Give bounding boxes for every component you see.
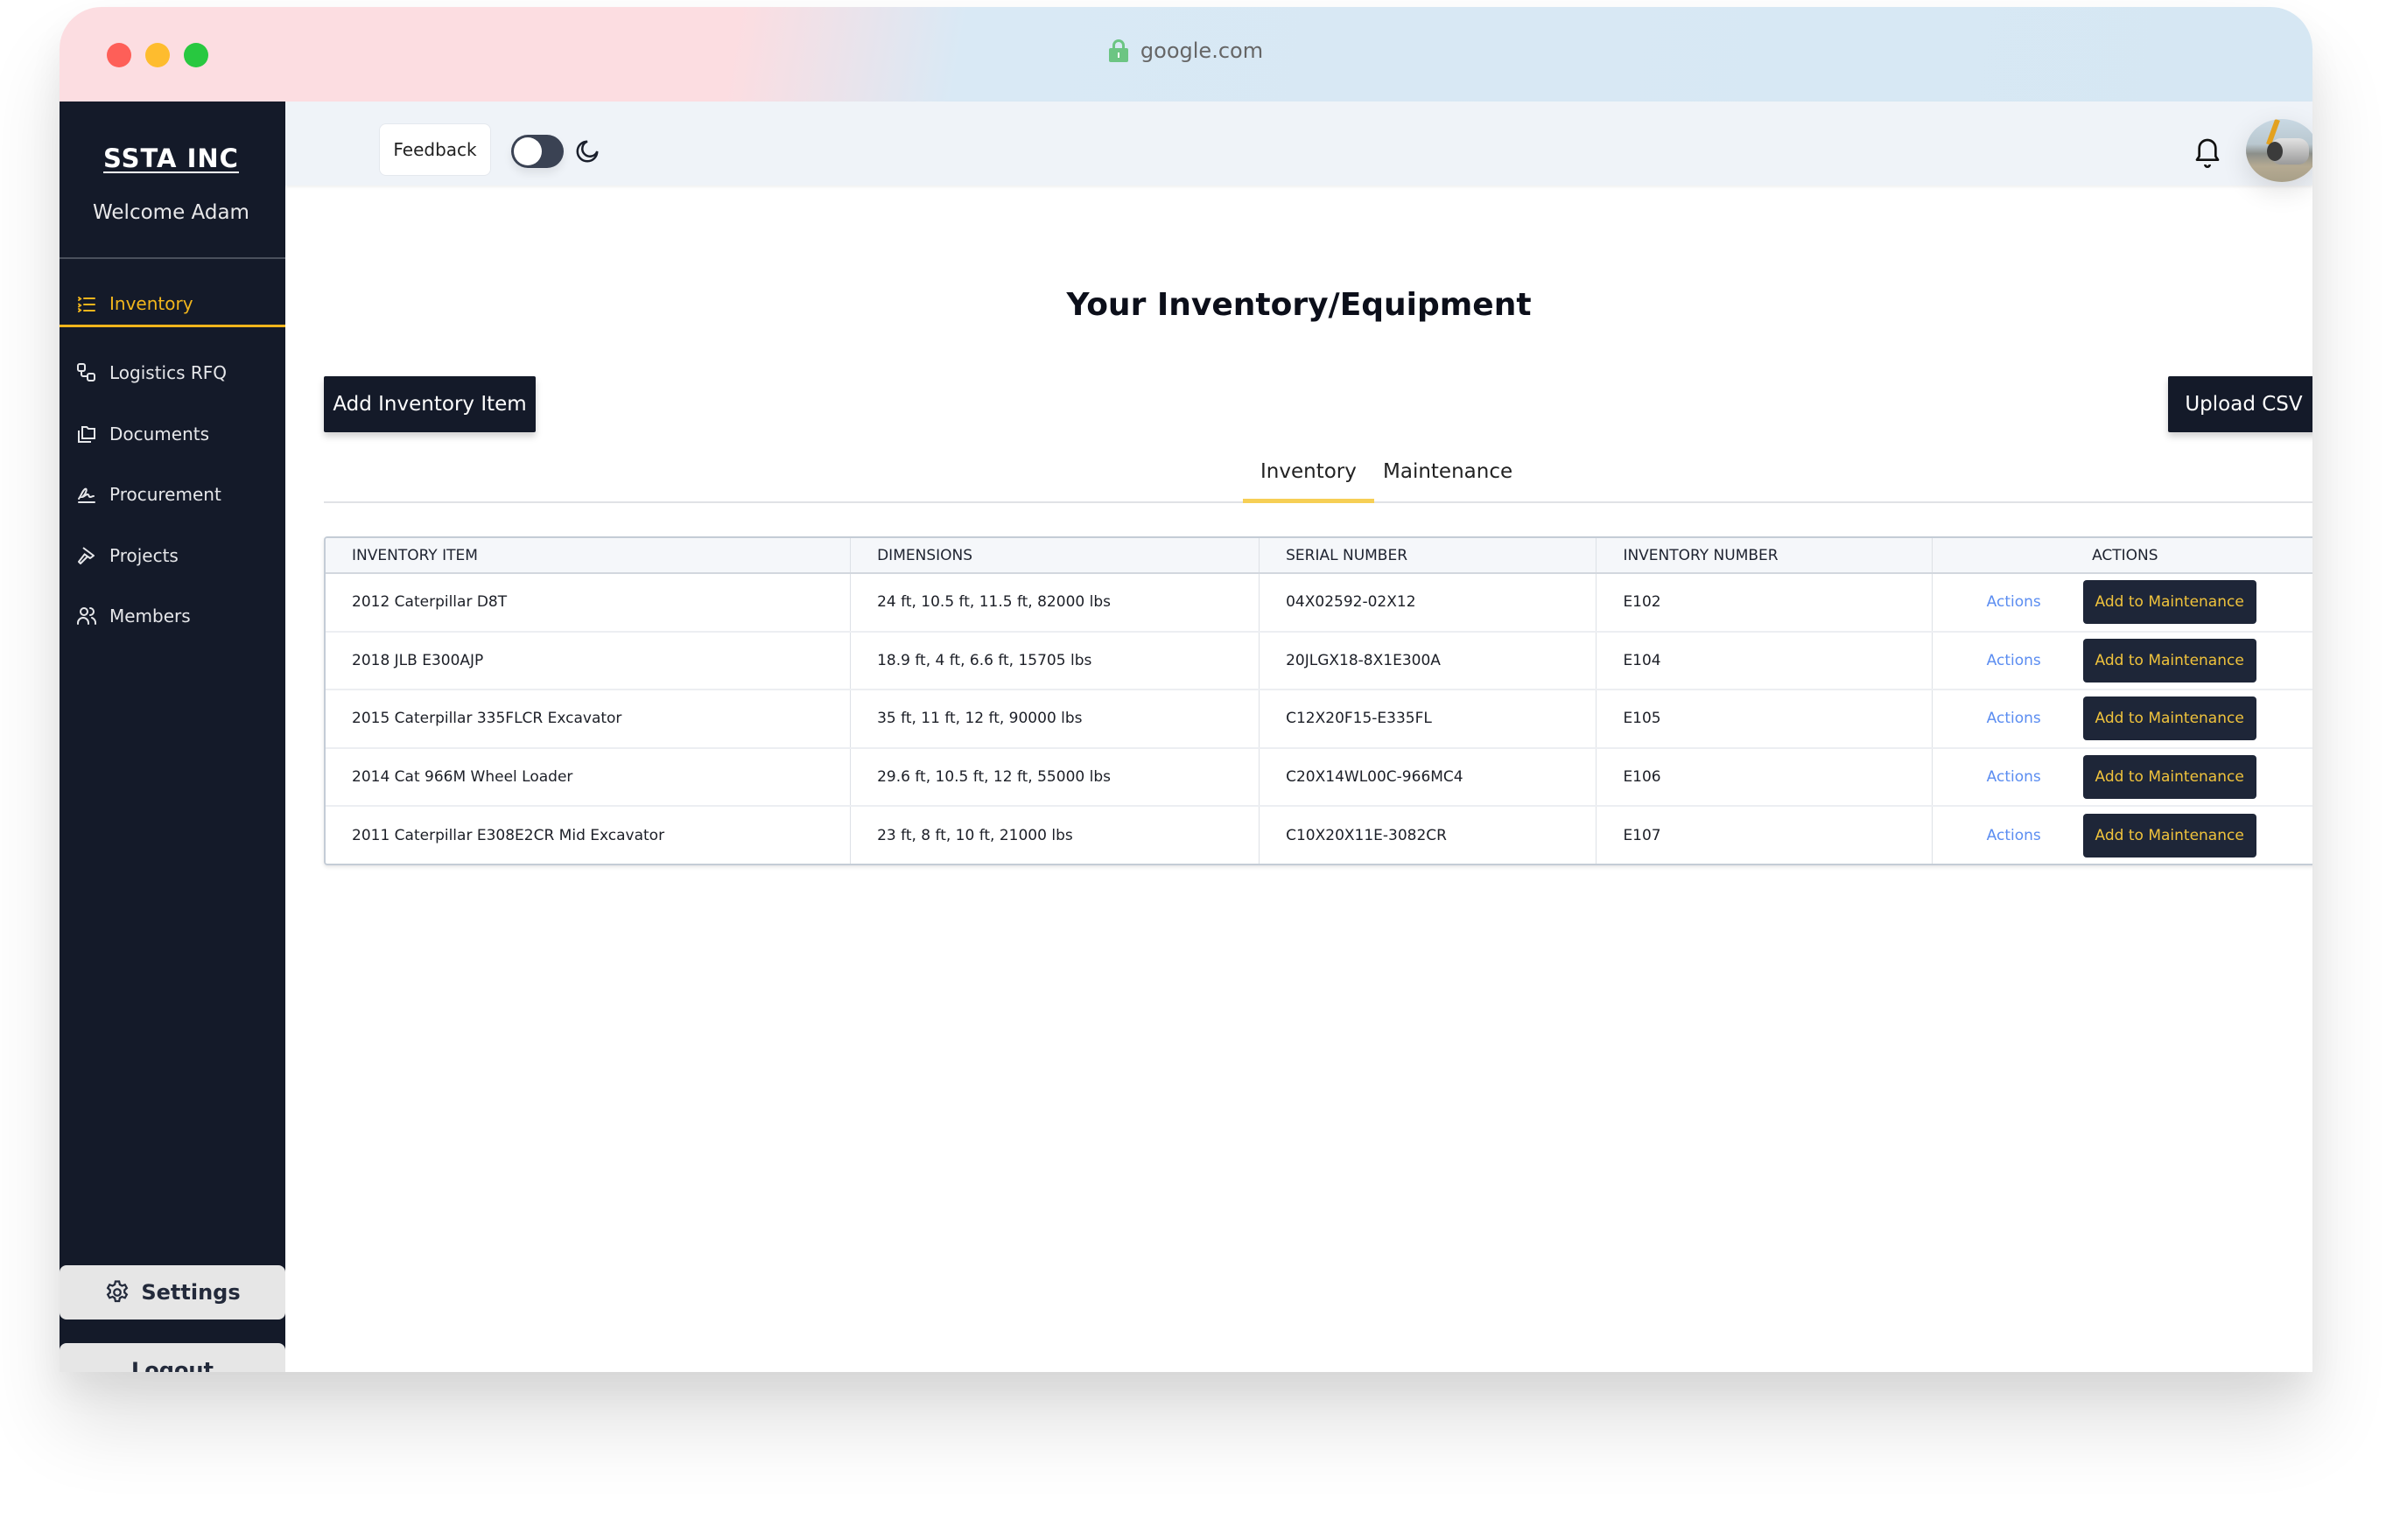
sidebar-divider [60,257,285,259]
inventory-table: INVENTORY ITEM DIMENSIONS SERIAL NUMBER … [324,536,2312,865]
gear-icon [107,1280,129,1303]
url-text: google.com [1140,38,1264,63]
actions-link[interactable]: Actions [1987,710,2083,727]
add-to-maintenance-button[interactable]: Add to Maintenance [2082,813,2256,858]
cell-serial-number: C10X20X11E-3082CR [1259,806,1597,864]
sidebar-item-label: Documents [109,424,210,444]
welcome-message: Welcome Adam [93,201,249,224]
actions-link[interactable]: Actions [1987,652,2083,669]
page-title: Your Inventory/Equipment [1066,287,1532,323]
toggle-knob [514,137,542,165]
table-row: 2011 Caterpillar E308E2CR Mid Excavator … [326,806,2312,864]
cell-dimensions: 35 ft, 11 ft, 12 ft, 90000 lbs [850,690,1260,749]
cell-inventory-item: 2011 Caterpillar E308E2CR Mid Excavator [326,806,852,864]
sidebar-item-projects[interactable]: Projects [60,533,285,578]
brand-logo[interactable]: SSTA INC [60,144,285,173]
list-icon [78,296,95,312]
logout-button[interactable]: Logout [60,1343,285,1372]
sidebar-item-logistics-rfq[interactable]: Logistics RFQ [60,350,285,396]
users-icon [77,607,96,625]
signature-icon [78,487,95,503]
cell-inventory-number: E105 [1596,690,1933,749]
cell-inventory-number: E106 [1596,747,1933,808]
cell-dimensions: 23 ft, 8 ft, 10 ft, 21000 lbs [850,806,1260,864]
theme-toggle[interactable] [511,135,564,168]
add-to-maintenance-button[interactable]: Add to Maintenance [2082,580,2256,625]
cell-inventory-number: E104 [1596,631,1933,691]
browser-window: google.com SSTA INC Welcome Adam Invento… [60,7,2312,1372]
sidebar: SSTA INC Welcome Adam Inventory Logistic… [60,102,285,1372]
tab-inventory[interactable]: Inventory [1243,460,1374,503]
add-to-maintenance-button[interactable]: Add to Maintenance [2082,755,2256,800]
cell-actions: Actions Add to Maintenance [1932,747,2312,808]
moon-icon[interactable] [574,138,600,164]
user-avatar[interactable] [2246,119,2312,182]
top-header: Feedback [285,102,2312,186]
folders-icon [78,426,95,443]
table-row: 2015 Caterpillar 335FLCR Excavator 35 ft… [326,690,2312,749]
actions-link[interactable]: Actions [1987,593,2083,611]
table-row: 2012 Caterpillar D8T 24 ft, 10.5 ft, 11.… [326,573,2312,633]
cell-inventory-item: 2012 Caterpillar D8T [326,573,852,633]
table-header-row: INVENTORY ITEM DIMENSIONS SERIAL NUMBER … [326,538,2312,574]
add-inventory-item-button[interactable]: Add Inventory Item [324,376,536,432]
bell-icon[interactable] [2193,136,2221,172]
table-row: 2014 Cat 966M Wheel Loader 29.6 ft, 10.5… [326,747,2312,808]
actions-link[interactable]: Actions [1987,768,2083,786]
cell-dimensions: 29.6 ft, 10.5 ft, 12 ft, 55000 lbs [850,747,1260,808]
column-header-inventory-item: INVENTORY ITEM [326,538,852,574]
sidebar-item-members[interactable]: Members [60,593,285,639]
cell-serial-number: C12X20F15-E335FL [1259,690,1597,749]
column-header-dimensions: DIMENSIONS [850,538,1260,574]
logout-label: Logout [130,1358,214,1372]
sidebar-item-label: Projects [109,545,179,566]
cell-dimensions: 24 ft, 10.5 ft, 11.5 ft, 82000 lbs [850,573,1260,633]
cell-serial-number: 04X02592-02X12 [1259,573,1597,633]
table-row: 2018 JLB E300AJP 18.9 ft, 4 ft, 6.6 ft, … [326,631,2312,691]
sidebar-item-label: Procurement [109,484,221,505]
cell-inventory-item: 2014 Cat 966M Wheel Loader [326,747,852,808]
cell-actions: Actions Add to Maintenance [1932,631,2312,691]
settings-label: Settings [141,1280,241,1305]
tab-maintenance[interactable]: Maintenance [1365,460,1530,503]
sidebar-item-documents[interactable]: Documents [60,411,285,457]
cell-actions: Actions Add to Maintenance [1932,573,2312,633]
column-header-inventory-number: INVENTORY NUMBER [1596,538,1933,574]
flow-icon [77,363,95,382]
browser-titlebar: google.com [60,7,2312,102]
cell-dimensions: 18.9 ft, 4 ft, 6.6 ft, 15705 lbs [850,631,1260,691]
add-to-maintenance-button[interactable]: Add to Maintenance [2082,696,2256,741]
add-to-maintenance-button[interactable]: Add to Maintenance [2082,638,2256,682]
column-header-serial-number: SERIAL NUMBER [1259,538,1597,574]
tab-bar: Inventory Maintenance [324,455,2312,503]
cell-actions: Actions Add to Maintenance [1932,806,2312,864]
sidebar-item-procurement[interactable]: Procurement [60,472,285,517]
address-bar[interactable]: google.com [60,38,2312,63]
cell-inventory-item: 2015 Caterpillar 335FLCR Excavator [326,690,852,749]
sidebar-item-label: Logistics RFQ [109,362,228,383]
sidebar-item-inventory[interactable]: Inventory [60,282,285,327]
cell-inventory-number: E102 [1596,573,1933,633]
cell-serial-number: 20JLGX18-8X1E300A [1259,631,1597,691]
cell-serial-number: C20X14WL00C-966MC4 [1259,747,1597,808]
feedback-button[interactable]: Feedback [379,123,491,176]
cell-inventory-number: E107 [1596,806,1933,864]
cell-inventory-item: 2018 JLB E300AJP [326,631,852,691]
upload-csv-button[interactable]: Upload CSV [2168,376,2312,432]
actions-link[interactable]: Actions [1987,827,2083,844]
hammer-icon [78,547,95,564]
lock-icon [1108,39,1128,62]
settings-button[interactable]: Settings [60,1265,285,1320]
sidebar-item-label: Inventory [109,292,193,314]
cell-actions: Actions Add to Maintenance [1932,690,2312,749]
sidebar-item-label: Members [109,606,191,626]
column-header-actions: ACTIONS [1932,538,2312,574]
